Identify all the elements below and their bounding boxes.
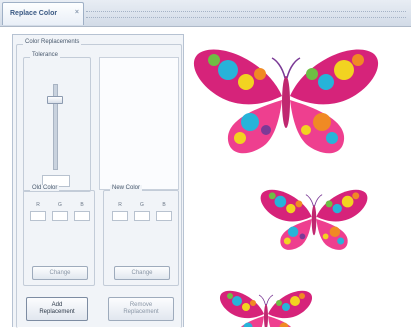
butterfly-medium <box>260 189 368 251</box>
old-change-label: Change <box>49 269 71 276</box>
tab-strip-gripper <box>86 11 406 18</box>
new-b-label: B <box>162 202 166 208</box>
remove-button-line2: Replacement <box>123 309 159 315</box>
old-b-label: B <box>80 202 84 208</box>
old-color-change-button[interactable]: Change <box>32 266 88 280</box>
tab-title: Replace Color <box>10 10 58 17</box>
tolerance-slider-thumb[interactable] <box>47 96 63 104</box>
add-button-line1: Add <box>51 302 63 308</box>
tolerance-title: Tolerance <box>30 52 61 58</box>
close-icon[interactable]: × <box>75 9 79 16</box>
butterfly-image <box>193 48 379 332</box>
old-r-input[interactable] <box>30 211 46 221</box>
old-b-input[interactable] <box>74 211 90 221</box>
remove-button-line1: Remove <box>129 302 153 308</box>
new-change-label: Change <box>131 269 153 276</box>
new-b-input[interactable] <box>156 211 172 221</box>
add-replacement-button[interactable]: Add Replacement <box>26 297 88 321</box>
old-r-label: R <box>36 202 40 208</box>
new-color-change-button[interactable]: Change <box>114 266 170 280</box>
color-replacements-title: Color Replacements <box>23 39 82 45</box>
old-color-group: Old Color R G B Change <box>23 185 95 286</box>
new-color-group: New Color R G B Change <box>103 185 179 286</box>
old-color-title: Old Color <box>30 185 60 191</box>
butterfly-small <box>219 290 313 332</box>
tolerance-group: Tolerance <box>23 52 91 192</box>
new-g-label: G <box>140 202 144 208</box>
tab-replace-color[interactable]: Replace Color × <box>2 2 84 25</box>
butterfly-large <box>193 48 379 155</box>
old-g-label: G <box>58 202 62 208</box>
remove-replacement-button[interactable]: Remove Replacement <box>108 297 174 321</box>
replace-color-panel: Color Replacements Tolerance Old Color R… <box>12 34 184 328</box>
new-g-input[interactable] <box>134 211 150 221</box>
old-g-input[interactable] <box>52 211 68 221</box>
new-r-label: R <box>118 202 122 208</box>
replacements-list[interactable] <box>99 57 179 190</box>
color-replacements-group: Color Replacements Tolerance Old Color R… <box>16 39 182 328</box>
document-tab-strip: Replace Color × <box>0 0 411 27</box>
new-r-input[interactable] <box>112 211 128 221</box>
image-canvas[interactable] <box>186 34 411 332</box>
add-button-line2: Replacement <box>39 309 75 315</box>
new-color-title: New Color <box>110 185 143 191</box>
